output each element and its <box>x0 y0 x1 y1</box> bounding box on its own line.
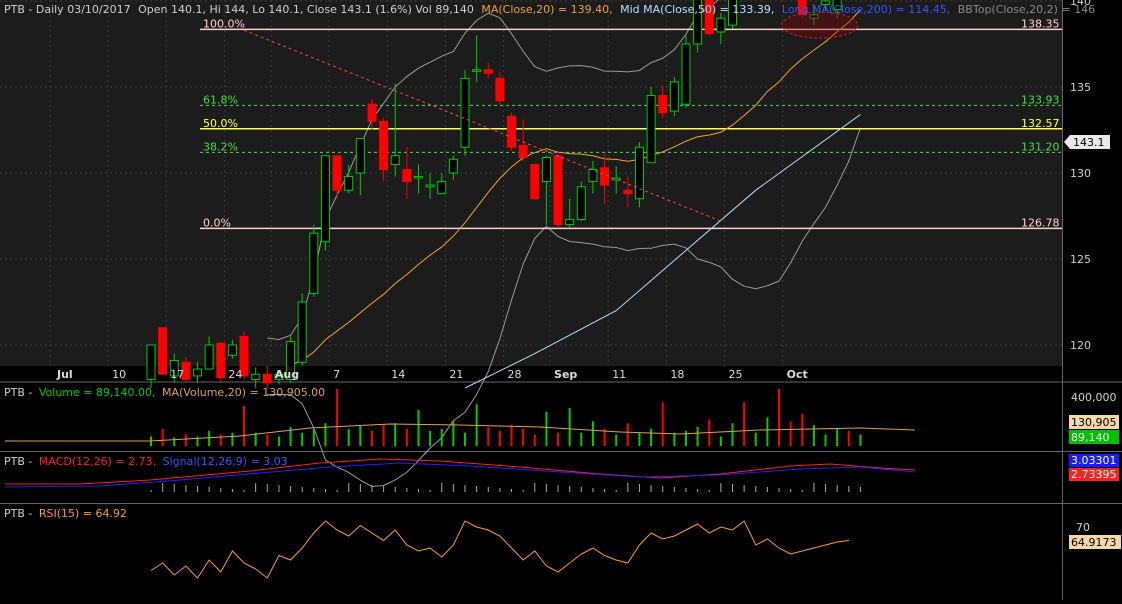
candle-down <box>262 373 272 384</box>
price-tick-label: 130 <box>1070 167 1091 180</box>
volume-axis-tick: 400,000 <box>1071 391 1117 404</box>
symbol-date: PTB - Daily 03/10/2017 <box>4 3 131 16</box>
date-tick-label: 7 <box>333 368 340 381</box>
date-tick-label: Jul <box>56 368 73 381</box>
candle-down <box>379 120 389 171</box>
candle-up <box>541 157 551 183</box>
candle-down <box>158 327 168 375</box>
date-tick-label: 21 <box>449 368 463 381</box>
macd-tag-text: 2.73395 <box>1071 468 1117 481</box>
price-tick-label: 135 <box>1070 81 1091 94</box>
date-tick-label: Sep <box>554 368 577 381</box>
candle-down <box>495 77 505 102</box>
candle-up <box>646 95 656 164</box>
date-tick-label: 24 <box>228 368 242 381</box>
rsi-tag-text: 64.9173 <box>1071 536 1117 549</box>
volume-ma-readout: MA(Volume,20) = 130,905.00 <box>162 386 325 399</box>
candle-up <box>425 184 435 188</box>
macd-readout: MACD(12,26) = 2.73, <box>39 455 156 468</box>
candle-up <box>716 17 726 33</box>
signal-tag-text: 3.03301 <box>1071 454 1117 467</box>
fib-value-label: 126.78 <box>1021 216 1060 229</box>
ma20-readout: MA(Close,20) = 139.40, <box>481 3 612 16</box>
rsi-title-prefix: PTB - <box>4 507 32 520</box>
candle-down <box>658 95 668 114</box>
candle-up <box>344 175 354 191</box>
candle-up <box>576 186 586 220</box>
ma50-readout: Mid MA(Close,50) = 133.39, <box>620 3 774 16</box>
rsi-title: PTB - RSI(15) = 64.92 <box>4 507 127 520</box>
ma200-readout: Long MA(Close,200) = 114.45, <box>782 3 950 16</box>
fib-pct-label: 0.0% <box>203 216 231 229</box>
candle-up <box>297 301 307 363</box>
price-tick-label: 125 <box>1070 253 1091 266</box>
candle-down <box>332 155 342 191</box>
bbtop-readout: BBTop(Close,20,2) = 146 <box>958 3 1095 16</box>
candle-down <box>507 115 517 148</box>
candle-up <box>227 344 237 356</box>
candle-down <box>530 163 540 200</box>
candle-down <box>367 103 377 122</box>
price-tick-label: 120 <box>1070 339 1091 352</box>
date-tick-label: Oct <box>787 368 808 381</box>
candle-down <box>216 342 226 379</box>
ohlc-readout: Open 140.1, Hi 144, Lo 140.1, Close 143.… <box>138 3 474 16</box>
candle-down <box>402 169 412 183</box>
fib-value-label: 131.20 <box>1021 140 1060 153</box>
fib-pct-label: 100.0% <box>203 17 245 30</box>
candle-up <box>204 344 214 370</box>
candle-up <box>193 368 203 377</box>
candle-down <box>553 155 563 226</box>
price-axis-bg <box>1062 0 1122 366</box>
candle-up <box>413 175 423 179</box>
candle-up <box>448 158 458 174</box>
date-tick-label: 18 <box>670 368 684 381</box>
candle-down <box>518 144 528 159</box>
chart-window: 261.8%157.07161.8%145.50127.2%141.50100.… <box>0 0 1122 600</box>
candle-up <box>390 155 400 165</box>
date-tick-label: 17 <box>170 368 184 381</box>
candle-down <box>623 189 633 195</box>
fib-pct-label: 38.2% <box>203 140 238 153</box>
rsi-panel[interactable] <box>0 504 1062 600</box>
fib-pct-label: 50.0% <box>203 117 238 130</box>
date-tick-label: 11 <box>612 368 626 381</box>
candle-down <box>600 167 610 186</box>
candle-up <box>355 138 365 174</box>
candle-up <box>472 69 482 72</box>
stock-chart[interactable]: 261.8%157.07161.8%145.50127.2%141.50100.… <box>0 0 1122 600</box>
volume-title: PTB - Volume = 89,140.00, MA(Volume,20) … <box>4 386 325 399</box>
last-price-text: 143.1 <box>1073 136 1105 149</box>
candle-up <box>634 146 644 200</box>
date-tick-label: 25 <box>729 368 743 381</box>
rsi-readout: RSI(15) = 64.92 <box>39 507 127 520</box>
macd-title-prefix: PTB - <box>4 455 32 468</box>
candle-up <box>669 81 679 112</box>
candle-up <box>251 373 261 380</box>
candle-down <box>483 69 493 74</box>
date-tick-label: Aug <box>275 368 299 381</box>
volume-tag-text: 89,140 <box>1071 431 1110 444</box>
volume-ma-tag-text: 130,905 <box>1071 416 1117 429</box>
fib-value-label: 132.57 <box>1021 117 1060 130</box>
candle-up <box>681 43 691 105</box>
macd-title: PTB - MACD(12,26) = 2.73, Signal(12,26,9… <box>4 455 288 468</box>
candle-up <box>146 344 156 380</box>
chart-title: PTB - Daily 03/10/2017 Open 140.1, Hi 14… <box>4 3 1095 16</box>
volume-title-prefix: PTB - <box>4 386 32 399</box>
volume-readout: Volume = 89,140.00, <box>39 386 156 399</box>
candle-up <box>460 77 470 148</box>
signal-readout: Signal(12,26,9) = 3.03 <box>163 455 288 468</box>
date-tick-label: 10 <box>112 368 126 381</box>
candle-up <box>437 181 447 195</box>
fib-value-label: 133.93 <box>1021 93 1060 106</box>
candle-up <box>565 218 575 226</box>
fib-value-label: 138.35 <box>1021 17 1060 30</box>
fib-pct-label: 61.8% <box>203 93 238 106</box>
candle-up <box>309 232 319 294</box>
rsi-axis-tick: 70 <box>1076 521 1090 534</box>
candle-up <box>320 155 330 243</box>
date-tick-label: 14 <box>391 368 405 381</box>
date-tick-label: 28 <box>508 368 522 381</box>
